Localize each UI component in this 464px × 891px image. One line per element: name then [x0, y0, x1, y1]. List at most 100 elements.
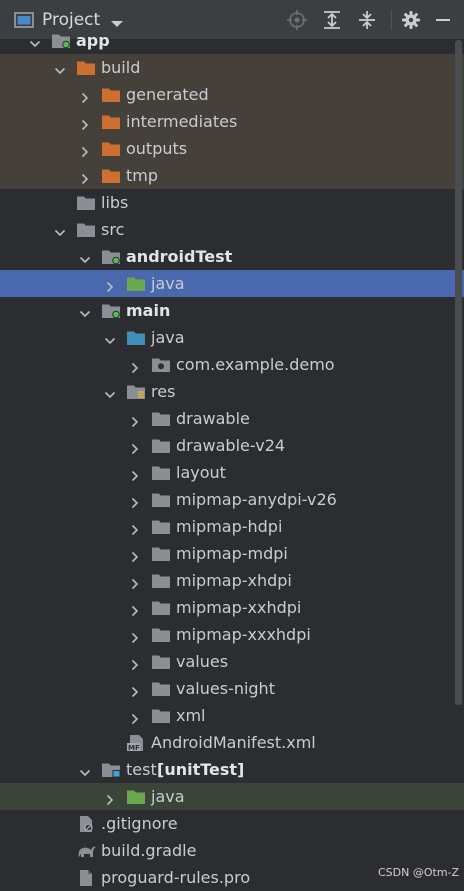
- chevron-right-icon[interactable]: [129, 359, 141, 374]
- tree-row-label: mipmap-xxxhdpi: [176, 625, 311, 644]
- vertical-scrollbar[interactable]: [455, 40, 462, 705]
- tree-row-label: values-night: [176, 679, 275, 698]
- tree-row[interactable]: mipmap-hdpi: [0, 513, 464, 540]
- tree-row[interactable]: drawable-v24: [0, 432, 464, 459]
- folder-blue-icon: [127, 330, 145, 345]
- chevron-right-icon[interactable]: [129, 494, 141, 509]
- tree-row-label: app: [76, 31, 110, 50]
- tree-row[interactable]: values: [0, 648, 464, 675]
- chevron-down-icon[interactable]: [79, 251, 91, 264]
- chevron-right-icon[interactable]: [129, 521, 141, 536]
- tree-row-label: com.example.demo: [176, 355, 335, 374]
- tree-row[interactable]: mipmap-mdpi: [0, 540, 464, 567]
- tree-row-label: AndroidManifest.xml: [151, 733, 316, 752]
- chevron-right-icon[interactable]: [104, 791, 116, 806]
- tree-row[interactable]: com.example.demo: [0, 351, 464, 378]
- folder-gray-icon: [152, 492, 170, 507]
- manifest-icon: MF: [127, 735, 145, 752]
- folder-green-icon: [127, 276, 145, 291]
- chevron-down-icon[interactable]: [110, 14, 124, 27]
- tree-row[interactable]: res: [0, 378, 464, 405]
- chevron-right-icon[interactable]: [129, 413, 141, 428]
- folder-orange-icon: [77, 60, 95, 75]
- chevron-down-icon[interactable]: [54, 224, 66, 237]
- tree-row[interactable]: tmp: [0, 162, 464, 189]
- tree-row[interactable]: libs: [0, 189, 464, 216]
- chevron-right-icon[interactable]: [129, 467, 141, 482]
- folder-module-green-icon: [102, 303, 120, 319]
- tree-row[interactable]: MF AndroidManifest.xml: [0, 729, 464, 756]
- chevron-down-icon[interactable]: [104, 386, 116, 399]
- tree-row-label: mipmap-anydpi-v26: [176, 490, 337, 509]
- chevron-right-icon[interactable]: [79, 170, 91, 185]
- tree-row[interactable]: generated: [0, 81, 464, 108]
- tree-row[interactable]: .gitignore: [0, 810, 464, 837]
- tree-row-label: main: [126, 301, 171, 320]
- gradle-icon: [77, 843, 96, 858]
- folder-gray-icon: [152, 573, 170, 588]
- tree-row[interactable]: src: [0, 216, 464, 243]
- chevron-right-icon[interactable]: [79, 89, 91, 104]
- tree-row-label: xml: [176, 706, 206, 725]
- tree-row[interactable]: mipmap-xxxhdpi: [0, 621, 464, 648]
- folder-orange-icon: [102, 168, 120, 183]
- chevron-right-icon[interactable]: [129, 440, 141, 455]
- tree-row[interactable]: xml: [0, 702, 464, 729]
- tree-row-label: java: [151, 274, 185, 293]
- tree-row[interactable]: mipmap-xxhdpi: [0, 594, 464, 621]
- project-tree: app build generated intermediates outputs tmp…: [0, 31, 464, 890]
- chevron-right-icon[interactable]: [129, 710, 141, 725]
- chevron-right-icon[interactable]: [129, 656, 141, 671]
- folder-orange-icon: [102, 87, 120, 102]
- tree-row[interactable]: java: [0, 270, 464, 297]
- folder-gray-icon: [152, 546, 170, 561]
- folder-gray-icon: [152, 465, 170, 480]
- tree-row[interactable]: values-night: [0, 675, 464, 702]
- tree-row[interactable]: main: [0, 297, 464, 324]
- tree-row[interactable]: java: [0, 783, 464, 810]
- watermark: CSDN @Otm-Z: [378, 866, 460, 879]
- folder-gray-icon: [152, 681, 170, 696]
- folder-gray-icon: [77, 222, 95, 237]
- tree-row-label: values: [176, 652, 229, 671]
- chevron-down-icon[interactable]: [79, 764, 91, 777]
- tree-row-label: java: [151, 787, 185, 806]
- chevron-right-icon[interactable]: [129, 683, 141, 698]
- folder-res-icon: [127, 384, 145, 399]
- tree-row[interactable]: androidTest: [0, 243, 464, 270]
- tree-row[interactable]: intermediates: [0, 108, 464, 135]
- chevron-down-icon[interactable]: [29, 35, 41, 48]
- chevron-right-icon[interactable]: [104, 278, 116, 293]
- folder-gray-icon: [152, 627, 170, 642]
- chevron-right-icon[interactable]: [129, 548, 141, 563]
- tree-row[interactable]: outputs: [0, 135, 464, 162]
- tree-row[interactable]: build: [0, 54, 464, 81]
- folder-orange-icon: [102, 141, 120, 156]
- tree-row[interactable]: layout: [0, 459, 464, 486]
- tree-row[interactable]: drawable: [0, 405, 464, 432]
- folder-gray-icon: [152, 654, 170, 669]
- tree-row-label: layout: [176, 463, 226, 482]
- chevron-down-icon[interactable]: [79, 305, 91, 318]
- tree-row-label: intermediates: [126, 112, 238, 131]
- tree-row[interactable]: mipmap-xhdpi: [0, 567, 464, 594]
- tree-row-label: androidTest: [126, 247, 233, 266]
- chevron-right-icon[interactable]: [129, 602, 141, 617]
- tree-row[interactable]: test [unitTest]: [0, 756, 464, 783]
- folder-gray-icon: [152, 519, 170, 534]
- chevron-down-icon[interactable]: [54, 62, 66, 75]
- folder-orange-icon: [102, 114, 120, 129]
- tree-row-label: mipmap-hdpi: [176, 517, 283, 536]
- chevron-right-icon[interactable]: [129, 575, 141, 590]
- chevron-right-icon[interactable]: [79, 116, 91, 131]
- chevron-down-icon[interactable]: [104, 332, 116, 345]
- chevron-right-icon[interactable]: [129, 629, 141, 644]
- tree-row[interactable]: java: [0, 324, 464, 351]
- tree-row-label: proguard-rules.pro: [101, 868, 251, 887]
- tree-row[interactable]: mipmap-anydpi-v26: [0, 486, 464, 513]
- chevron-right-icon[interactable]: [79, 143, 91, 158]
- tree-row-label: test: [126, 760, 157, 779]
- tree-row[interactable]: build.gradle: [0, 837, 464, 864]
- tree-row-label: .gitignore: [101, 814, 178, 833]
- tree-row[interactable]: app: [0, 27, 464, 54]
